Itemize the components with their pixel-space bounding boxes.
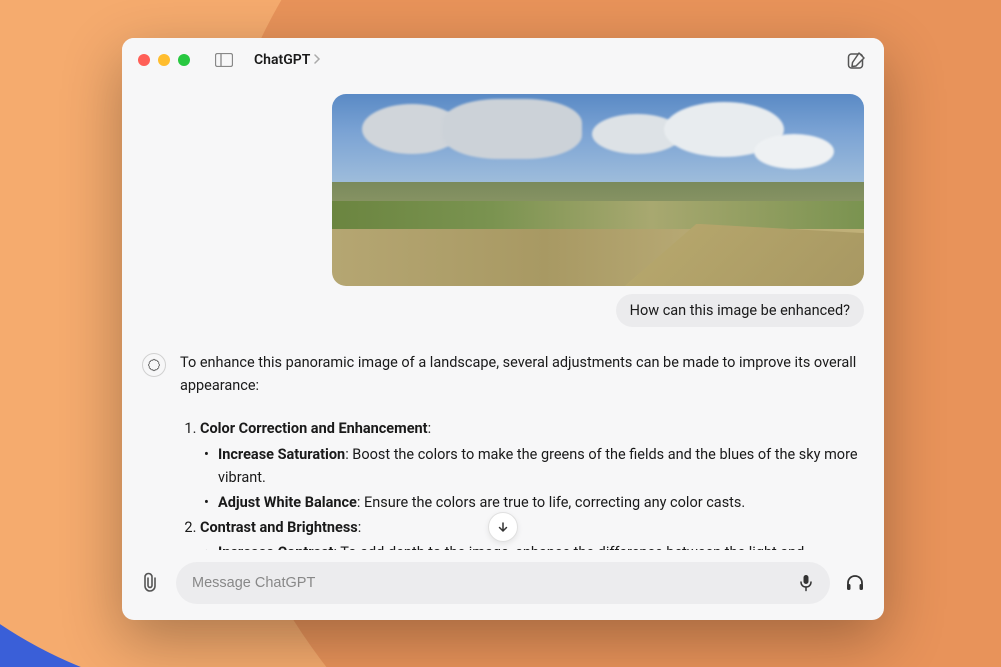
- attach-button[interactable]: [138, 570, 164, 596]
- mic-button[interactable]: [794, 571, 818, 595]
- image-attachment[interactable]: [332, 94, 864, 286]
- maximize-window-button[interactable]: [178, 54, 190, 66]
- minimize-window-button[interactable]: [158, 54, 170, 66]
- voice-mode-button[interactable]: [842, 570, 868, 596]
- list-subitem: Increase Saturation: Boost the colors to…: [218, 443, 864, 489]
- assistant-avatar: [142, 353, 166, 377]
- close-window-button[interactable]: [138, 54, 150, 66]
- compose-button[interactable]: [844, 48, 868, 72]
- list-item-title: Color Correction and Enhancement: [200, 420, 428, 437]
- sidebar-toggle-button[interactable]: [210, 49, 238, 71]
- window-controls: [138, 54, 190, 66]
- titlebar: ChatGPT: [122, 38, 884, 82]
- list-item: Contrast and Brightness: Increase Contra…: [200, 516, 864, 550]
- landscape-image: [332, 94, 864, 286]
- chat-area: How can this image be enhanced? To enhan…: [122, 82, 884, 550]
- title-text: ChatGPT: [254, 52, 310, 68]
- compose-icon: [847, 51, 866, 70]
- user-message: How can this image be enhanced?: [142, 94, 864, 327]
- input-wrapper: [176, 562, 830, 604]
- user-message-text: How can this image be enhanced?: [616, 294, 864, 327]
- message-input[interactable]: [192, 575, 794, 591]
- openai-icon: [147, 358, 161, 372]
- list-item-title: Contrast and Brightness: [200, 519, 358, 536]
- scroll-down-button[interactable]: [488, 512, 518, 542]
- window-title[interactable]: ChatGPT: [254, 52, 321, 68]
- headphone-icon: [845, 573, 865, 593]
- sidebar-icon: [215, 53, 233, 67]
- chevron-right-icon: [314, 53, 321, 67]
- arrow-down-icon: [497, 521, 509, 533]
- list-subitem: Increase Contrast: To add depth to the i…: [218, 541, 864, 550]
- assistant-intro: To enhance this panoramic image of a lan…: [180, 351, 864, 397]
- assistant-content: To enhance this panoramic image of a lan…: [180, 351, 864, 550]
- paperclip-icon: [141, 572, 161, 594]
- list-item: Color Correction and Enhancement: Increa…: [200, 417, 864, 514]
- mic-icon: [799, 574, 813, 592]
- input-bar: [122, 550, 884, 620]
- list-subitem: Adjust White Balance: Ensure the colors …: [218, 491, 864, 514]
- app-window: ChatGPT: [122, 38, 884, 620]
